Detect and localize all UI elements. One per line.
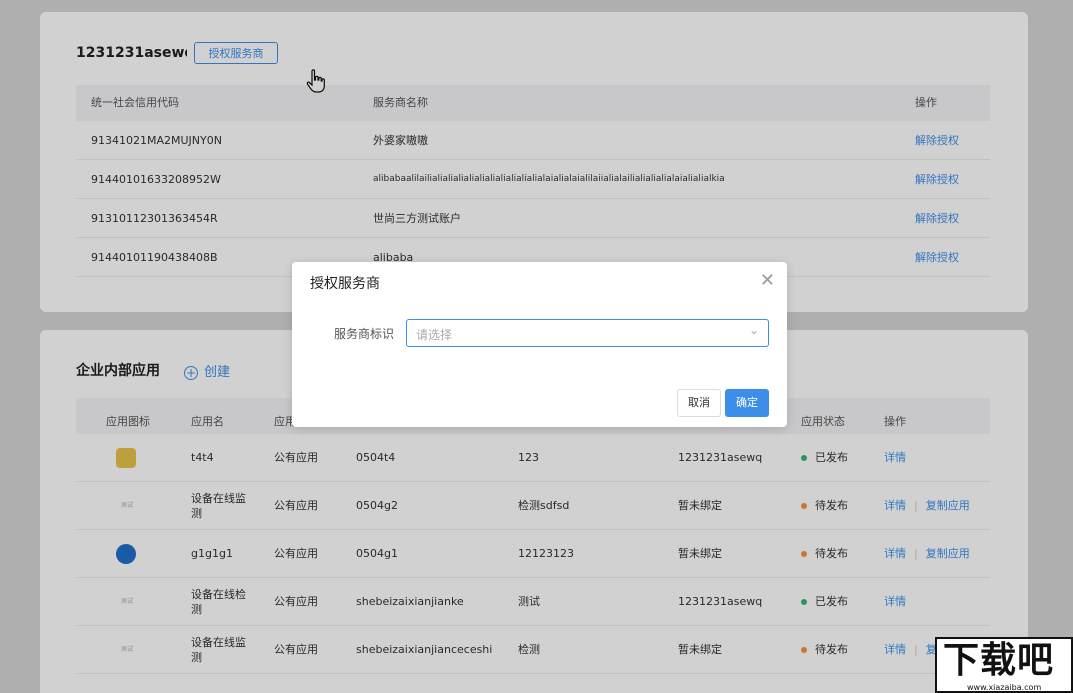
- authorize-provider-dialog: 授权服务商 ✕ 服务商标识 请选择 ⌄ 取消 确定: [292, 262, 787, 427]
- watermark-url: www.xiazaiba.com: [967, 683, 1042, 692]
- provider-id-label: 服务商标识: [334, 327, 395, 341]
- provider-select[interactable]: 请选择 ⌄: [406, 319, 769, 347]
- cancel-button[interactable]: 取消: [677, 389, 721, 417]
- select-placeholder: 请选择: [416, 328, 453, 342]
- chevron-down-icon: ⌄: [748, 323, 759, 337]
- watermark-text: 下载吧: [943, 640, 1055, 681]
- watermark-logo: 下载吧 www.xiazaiba.com: [935, 637, 1073, 693]
- confirm-button[interactable]: 确定: [725, 389, 769, 417]
- dialog-title: 授权服务商: [310, 276, 380, 292]
- close-icon[interactable]: ✕: [760, 270, 775, 291]
